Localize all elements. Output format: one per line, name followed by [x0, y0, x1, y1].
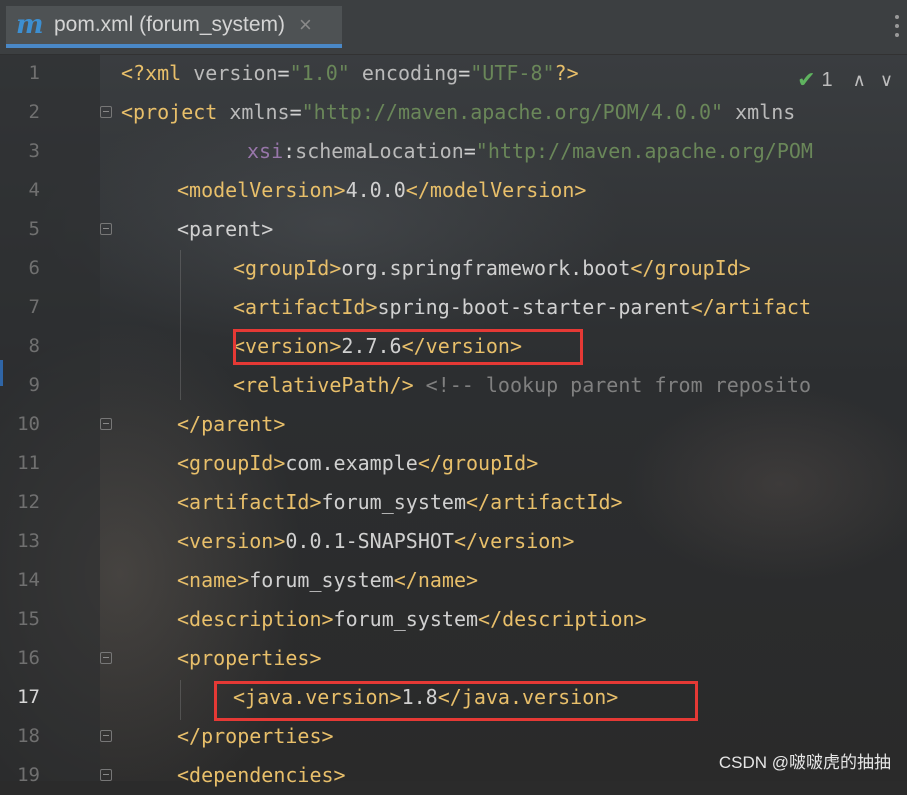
- line-number: 12: [17, 491, 40, 513]
- fold-icon[interactable]: [100, 418, 112, 430]
- code-text[interactable]: </parent>: [177, 405, 285, 444]
- more-options-icon[interactable]: [893, 12, 901, 40]
- fold-icon[interactable]: [100, 106, 112, 118]
- highlight-java-version-box: [214, 681, 698, 721]
- code-text[interactable]: <groupId>com.example</groupId>: [177, 444, 538, 483]
- code-text[interactable]: xsi:schemaLocation="http://maven.apache.…: [247, 132, 813, 171]
- line-number: 8: [28, 335, 40, 357]
- code-text[interactable]: </properties>: [177, 717, 334, 756]
- code-text[interactable]: <project xmlns="http://maven.apache.org/…: [121, 93, 795, 132]
- line-number: 10: [17, 413, 40, 435]
- line-number: 3: [28, 140, 40, 162]
- code-line-10: 10 </parent>: [0, 405, 907, 444]
- code-line-1: 1 <?xml version="1.0" encoding="UTF-8"?>: [0, 54, 907, 93]
- tab-pom-xml[interactable]: m pom.xml (forum_system) ×: [6, 6, 342, 48]
- code-text[interactable]: <artifactId>forum_system</artifactId>: [177, 483, 623, 522]
- line-number: 6: [28, 257, 40, 279]
- code-line-5: 5 <parent>: [0, 210, 907, 249]
- tab-title: pom.xml (forum_system): [54, 13, 286, 36]
- fold-icon[interactable]: [100, 223, 112, 235]
- line-number: 5: [28, 218, 40, 240]
- code-line-11: 11 <groupId>com.example</groupId>: [0, 444, 907, 483]
- watermark: CSDN @啵啵虎的抽抽: [718, 753, 891, 772]
- line-number: 2: [28, 101, 40, 123]
- line-number: 11: [17, 452, 40, 474]
- code-line-2: 2 <project xmlns="http://maven.apache.or…: [0, 93, 907, 132]
- code-line-13: 13 <version>0.0.1-SNAPSHOT</version>: [0, 522, 907, 561]
- code-text[interactable]: <parent>: [177, 210, 273, 249]
- line-number: 14: [17, 569, 40, 591]
- code-text[interactable]: <?xml version="1.0" encoding="UTF-8"?>: [121, 54, 579, 93]
- line-number: 15: [17, 608, 40, 630]
- code-line-16: 16 <properties>: [0, 639, 907, 678]
- code-line-14: 14 <name>forum_system</name>: [0, 561, 907, 600]
- code-line-4: 4 <modelVersion>4.0.0</modelVersion>: [0, 171, 907, 210]
- code-line-3: 3 xsi:schemaLocation="http://maven.apach…: [0, 132, 907, 171]
- code-text[interactable]: <groupId>org.springframework.boot</group…: [233, 249, 751, 288]
- code-text[interactable]: <properties>: [177, 639, 322, 678]
- code-line-7: 7 <artifactId>spring-boot-starter-parent…: [0, 288, 907, 327]
- code-line-6: 6 <groupId>org.springframework.boot</gro…: [0, 249, 907, 288]
- code-text[interactable]: <modelVersion>4.0.0</modelVersion>: [177, 171, 586, 210]
- code-line-9: 9 <relativePath/> <!-- lookup parent fro…: [0, 366, 907, 405]
- code-line-12: 12 <artifactId>forum_system</artifactId>: [0, 483, 907, 522]
- line-number: 17: [17, 686, 40, 708]
- line-number: 1: [28, 62, 40, 84]
- line-number: 16: [17, 647, 40, 669]
- code-text[interactable]: <version>0.0.1-SNAPSHOT</version>: [177, 522, 574, 561]
- line-number: 4: [28, 179, 40, 201]
- code-line-15: 15 <description>forum_system</descriptio…: [0, 600, 907, 639]
- fold-icon[interactable]: [100, 769, 112, 781]
- highlight-version-box: [233, 329, 583, 365]
- code-text[interactable]: <dependencies>: [177, 756, 346, 795]
- code-text[interactable]: <relativePath/> <!-- lookup parent from …: [233, 366, 811, 405]
- maven-icon: m: [16, 10, 44, 40]
- fold-icon[interactable]: [100, 652, 112, 664]
- fold-icon[interactable]: [100, 730, 112, 742]
- editor-tab-bar: m pom.xml (forum_system) ×: [0, 0, 907, 55]
- line-number: 9: [28, 374, 40, 396]
- line-number: 19: [17, 764, 40, 786]
- close-icon[interactable]: ×: [299, 12, 312, 38]
- line-number: 13: [17, 530, 40, 552]
- line-number: 7: [28, 296, 40, 318]
- code-text[interactable]: <description>forum_system</description>: [177, 600, 647, 639]
- code-text[interactable]: <artifactId>spring-boot-starter-parent</…: [233, 288, 811, 327]
- line-number: 18: [17, 725, 40, 747]
- code-text[interactable]: <name>forum_system</name>: [177, 561, 478, 600]
